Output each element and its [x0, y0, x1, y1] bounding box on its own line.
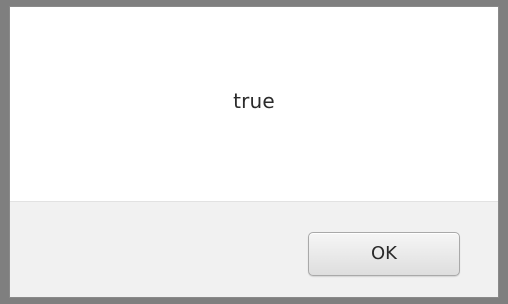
- alert-dialog: true OK: [9, 6, 499, 298]
- dialog-body: true: [10, 7, 498, 201]
- dialog-message: true: [233, 89, 275, 113]
- dialog-footer: OK: [10, 201, 498, 297]
- ok-button[interactable]: OK: [308, 232, 460, 276]
